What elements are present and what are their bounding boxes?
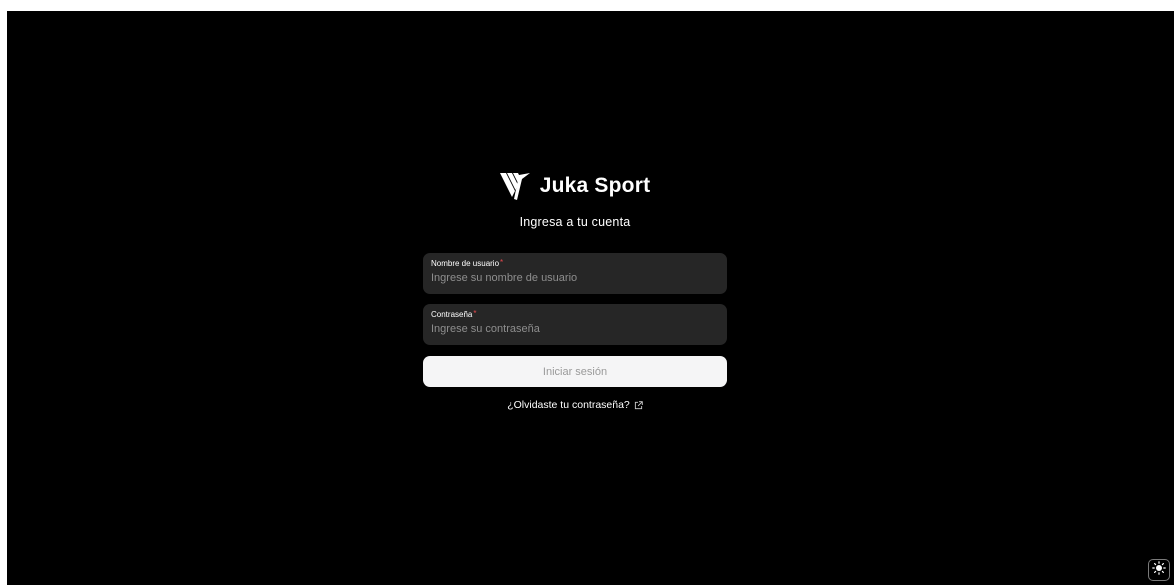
password-label-row: Contraseña * [431,310,719,320]
username-label-row: Nombre de usuario * [431,259,719,269]
required-marker: * [500,258,504,267]
login-subtitle: Ingresa a tu cuenta [519,215,631,229]
password-field[interactable]: Contraseña * [423,304,727,345]
brand: Juka Sport [499,171,651,201]
required-marker: * [473,309,477,318]
sun-icon [1152,560,1166,580]
forgot-password-link[interactable]: ¿Olvidaste tu contraseña? [507,399,643,411]
login-button[interactable]: Iniciar sesión [423,356,727,387]
juka-sport-logo-icon [499,172,530,200]
password-input[interactable] [431,323,719,335]
username-label: Nombre de usuario [431,259,500,268]
username-input[interactable] [431,272,719,284]
password-label: Contraseña [431,310,473,319]
brand-name: Juka Sport [539,174,651,197]
forgot-password-label: ¿Olvidaste tu contraseña? [507,399,630,411]
login-panel: Juka Sport Ingresa a tu cuenta Nombre de… [423,171,727,411]
theme-toggle-button[interactable] [1148,559,1170,581]
login-screen: Juka Sport Ingresa a tu cuenta Nombre de… [7,11,1174,585]
username-field[interactable]: Nombre de usuario * [423,253,727,294]
external-link-icon [634,400,643,410]
